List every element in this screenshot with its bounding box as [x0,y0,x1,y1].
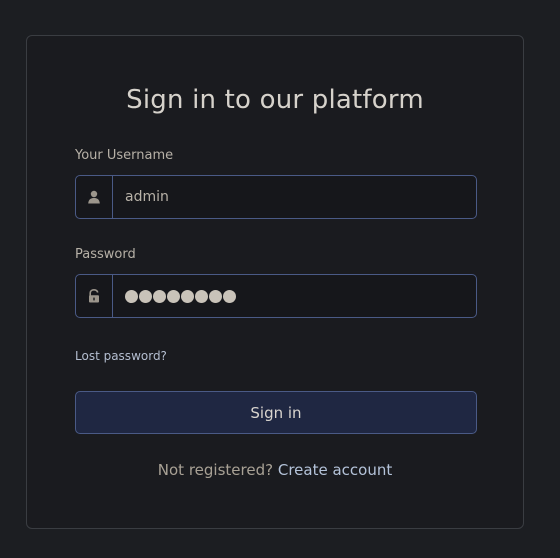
register-prompt: Not registered? [157,461,274,479]
username-field-group [75,175,477,219]
lost-password-link[interactable]: Lost password? [75,349,167,363]
username-label: Your Username [75,148,174,163]
password-mask-dot [223,289,236,303]
password-field-group [75,274,477,318]
password-mask-dot [181,289,194,303]
password-mask-dot [125,289,138,303]
register-row: Not registered? Create account [27,461,523,479]
form-title: Sign in to our platform [126,85,424,115]
password-label: Password [75,247,136,262]
sign-in-button[interactable]: Sign in [75,391,477,434]
unlock-icon [76,275,113,317]
username-input[interactable] [113,176,476,218]
user-icon [76,176,113,218]
create-account-link[interactable]: Create account [278,461,392,479]
password-mask-dot [139,289,152,303]
password-mask-dot [167,289,180,303]
password-mask-dot [195,289,208,303]
password-mask-dot [209,289,222,303]
password-mask-dot [153,289,166,303]
login-card: Sign in to our platform Your Username Pa… [26,35,524,529]
password-input[interactable] [113,275,476,317]
